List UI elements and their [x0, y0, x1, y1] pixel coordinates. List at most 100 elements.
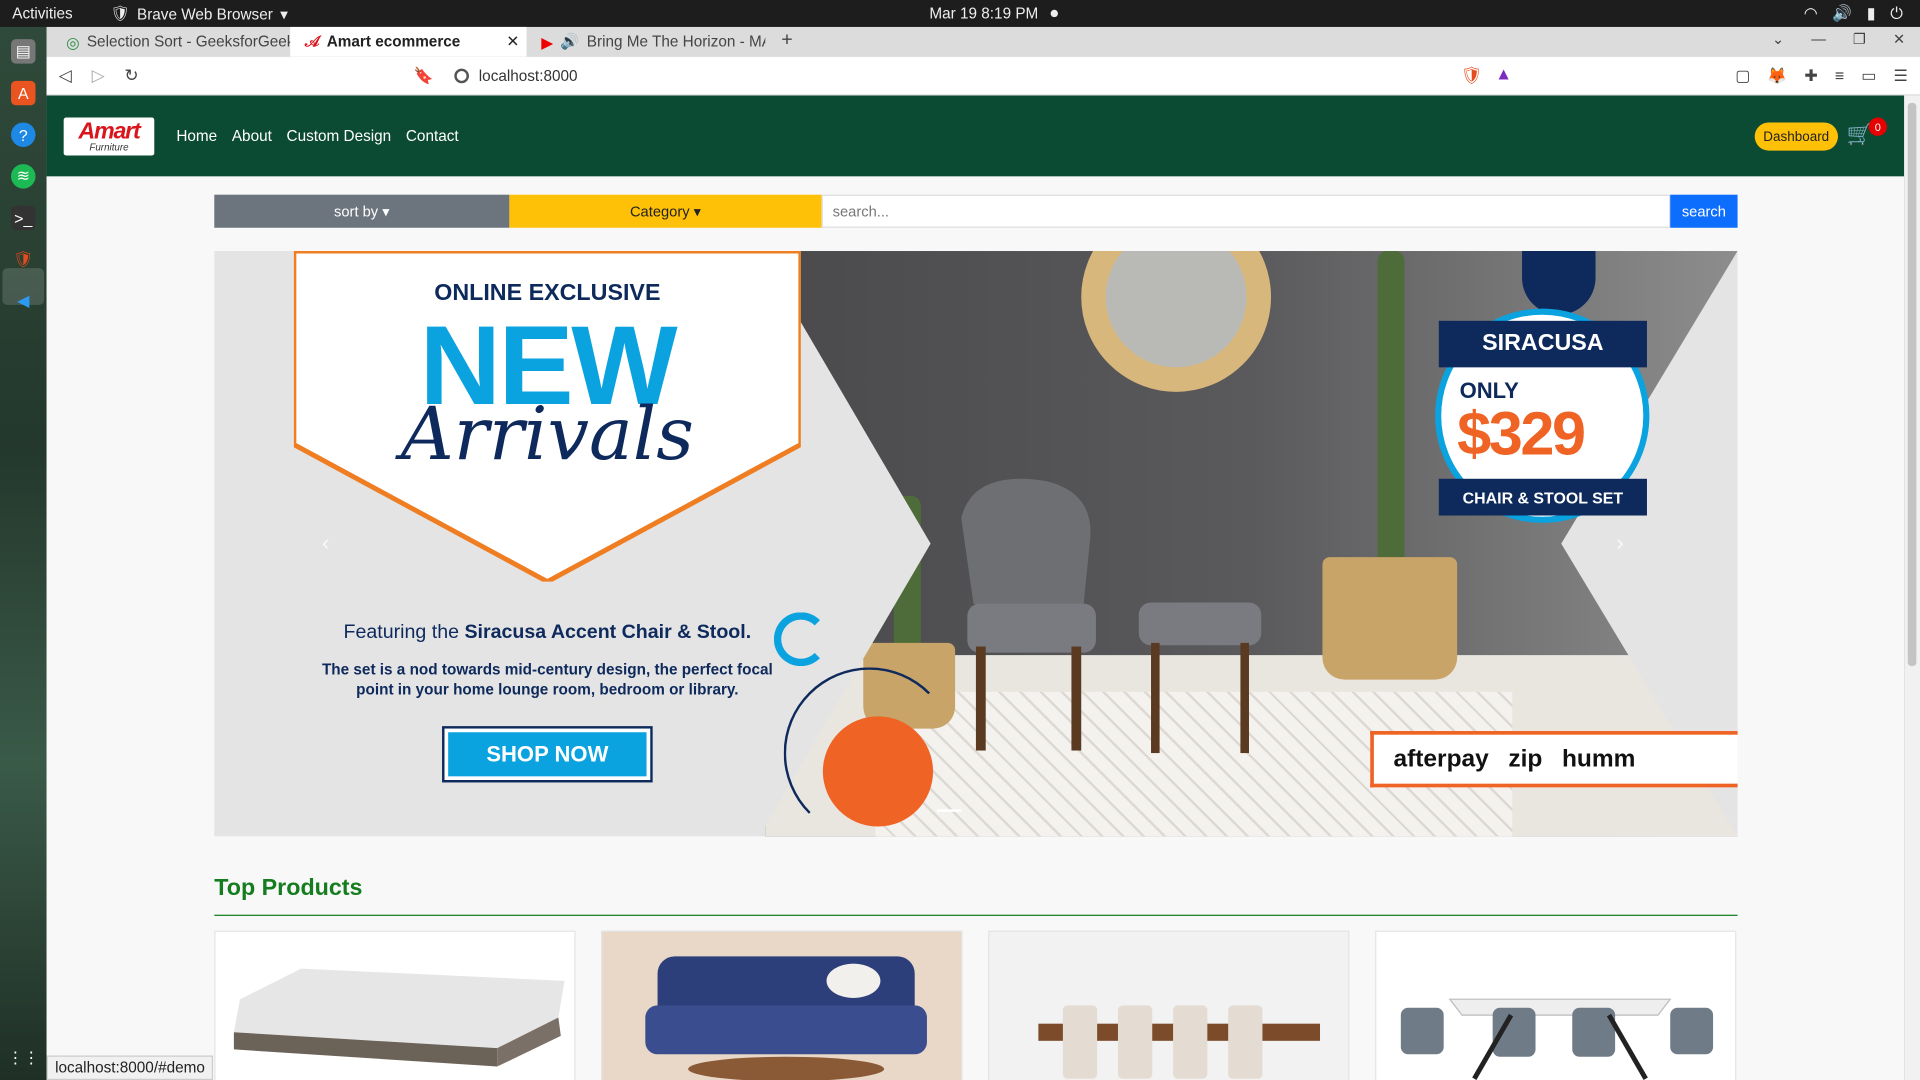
featuring-prefix: Featuring the	[343, 622, 459, 643]
power-icon: ⏻	[1890, 3, 1903, 23]
dashboard-button[interactable]: Dashboard	[1754, 122, 1838, 151]
audio-icon: 🔊	[560, 32, 580, 50]
tab-geeksforgeeks[interactable]: ◎ Selection Sort - GeeksforGeek	[51, 27, 290, 56]
metamask-icon[interactable]: 🦊	[1767, 66, 1787, 86]
app-menu[interactable]: 🛡 Brave Web Browser ▾	[110, 5, 288, 23]
app-name: Brave Web Browser	[136, 5, 273, 23]
search-button[interactable]: search	[1670, 194, 1738, 228]
reload-icon[interactable]: ↻	[124, 65, 138, 86]
system-top-bar: Activities 🛡 Brave Web Browser ▾ Mar 19 8:…	[0, 0, 1920, 27]
pot-right	[1322, 557, 1458, 680]
mattress-image	[233, 968, 565, 1067]
banner-description: The set is a nod towards mid-century des…	[321, 661, 773, 698]
activities-button[interactable]: Activities	[12, 5, 72, 22]
new-tab-button[interactable]: +	[781, 29, 792, 51]
chevron-down-icon: ▾	[280, 6, 288, 24]
category-dropdown[interactable]: Category ▾	[509, 194, 822, 228]
zip-logo: zip	[1508, 745, 1543, 773]
tab-list-icon[interactable]: ⌄	[1772, 31, 1784, 48]
carousel-indicator[interactable]	[936, 809, 962, 812]
clock[interactable]: Mar 19 8:19 PM	[929, 5, 1038, 22]
cactus-right	[1377, 251, 1405, 582]
caret-down-icon: ▾	[382, 202, 390, 220]
product-card[interactable]	[601, 930, 963, 1080]
shop-now-button[interactable]: SHOP NOW	[444, 728, 651, 781]
menu-icon[interactable]: ☰	[1893, 66, 1907, 86]
logo-main: Amart	[78, 118, 140, 145]
system-tray[interactable]: ◠ 🔊 ▮ ⏻	[1804, 4, 1903, 24]
volume-icon: 🔊	[1832, 3, 1853, 23]
featuring-product: Siracusa Accent Chair & Stool.	[464, 622, 752, 643]
software-icon[interactable]: A	[11, 80, 36, 106]
mirror	[1081, 251, 1272, 392]
caret-down-icon: ▾	[693, 202, 702, 220]
cart-count-badge: 0	[1868, 117, 1887, 136]
carousel-prev-icon[interactable]: ‹	[322, 530, 329, 556]
url-field[interactable]: localhost:8000	[444, 61, 1451, 90]
close-window-icon[interactable]: ✕	[1893, 31, 1905, 48]
site-navbar: Amart Furniture Home About Custom Design …	[46, 95, 1905, 177]
status-bar-url: localhost:8000/#demo	[46, 1055, 214, 1080]
stool	[1138, 602, 1262, 754]
nav-custom-design[interactable]: Custom Design	[287, 127, 392, 144]
files-icon[interactable]: ▤	[11, 39, 36, 64]
close-tab-icon[interactable]: ✕	[506, 32, 519, 50]
payment-options: afterpay zip humm	[1370, 731, 1738, 788]
tab-youtube[interactable]: ▶ 🔊 Bring Me The Horizon - MA	[527, 27, 765, 56]
puzzle-icon[interactable]: ✚	[1804, 66, 1817, 86]
price-label: $329	[1457, 399, 1586, 468]
featuring-text: Featuring the Siracusa Accent Chair & St…	[294, 622, 801, 644]
product-card[interactable]	[1375, 930, 1737, 1080]
address-bar-row: ◁ ▷ ↻ 🔖 localhost:8000 🛡 ▲ ▢ 🦊 ✚ ≡ ▭ ☰	[46, 56, 1920, 96]
tab-bar: ◎ Selection Sort - GeeksforGeek 𝒜 Amart ec…	[46, 26, 1920, 57]
extension-icon[interactable]: ▢	[1735, 66, 1750, 86]
dining-table-image	[1038, 1005, 1321, 1079]
minimize-icon[interactable]: —	[1811, 31, 1826, 48]
logo-sub: Furniture	[89, 142, 129, 154]
back-icon[interactable]: ◁	[59, 65, 72, 86]
wallet-icon[interactable]: ▭	[1861, 66, 1876, 86]
nav-contact[interactable]: Contact	[406, 127, 459, 144]
nav-about[interactable]: About	[232, 127, 272, 144]
humm-logo: humm	[1561, 745, 1636, 773]
spotify-icon[interactable]: ≋	[11, 164, 36, 189]
app-grid-icon[interactable]: ⋮⋮	[7, 1046, 39, 1070]
carousel-next-icon[interactable]: ›	[1616, 530, 1623, 556]
accent-chair	[961, 478, 1096, 751]
url-text: localhost:8000	[478, 67, 578, 85]
geeksforgeeks-icon: ◎	[66, 33, 80, 51]
playlist-icon[interactable]: ≡	[1835, 66, 1844, 86]
category-label: Category	[629, 202, 690, 220]
arrivals-text: Arrivals	[400, 391, 695, 478]
siracusa-label: SIRACUSA	[1438, 320, 1647, 368]
product-card[interactable]	[214, 930, 576, 1080]
search-input[interactable]: search...	[821, 194, 1671, 228]
help-icon[interactable]: ?	[11, 122, 36, 147]
web-page: Amart Furniture Home About Custom Design …	[46, 95, 1905, 1080]
restore-icon[interactable]: ❐	[1853, 31, 1866, 48]
tab-amart[interactable]: 𝒜 Amart ecommerce ✕	[290, 26, 527, 57]
filter-bar: sort by ▾ Category ▾ search... search	[214, 194, 1738, 228]
site-logo[interactable]: Amart Furniture	[63, 117, 155, 156]
site-info-icon[interactable]	[454, 68, 469, 84]
brave-rewards-icon[interactable]: ▲	[1495, 64, 1512, 84]
youtube-icon: ▶	[541, 33, 554, 51]
extensions: ▢ 🦊 ✚ ≡ ▭ ☰	[1735, 66, 1908, 86]
terminal-icon[interactable]: >_	[11, 205, 36, 231]
sofa-image	[645, 956, 927, 1080]
brave-icon[interactable]: 🛡	[11, 247, 35, 271]
nav-buttons: ◁ ▷ ↻	[59, 65, 139, 86]
bookmark-icon[interactable]: 🔖	[414, 66, 434, 86]
dining-set-image	[1400, 998, 1714, 1080]
decor-ring	[773, 612, 828, 667]
scrollbar-thumb[interactable]	[1907, 102, 1917, 667]
sort-by-dropdown[interactable]: sort by ▾	[214, 194, 510, 228]
forward-icon[interactable]: ▷	[92, 65, 105, 86]
battery-icon: ▮	[1866, 3, 1876, 23]
vscode-icon[interactable]: ◀	[11, 289, 35, 313]
decor-circle	[822, 716, 934, 827]
chair-stool-set-label: CHAIR & STOOL SET	[1438, 478, 1647, 516]
product-card[interactable]	[988, 930, 1350, 1080]
nav-home[interactable]: Home	[176, 127, 217, 144]
page-scrollbar[interactable]	[1904, 95, 1920, 1080]
